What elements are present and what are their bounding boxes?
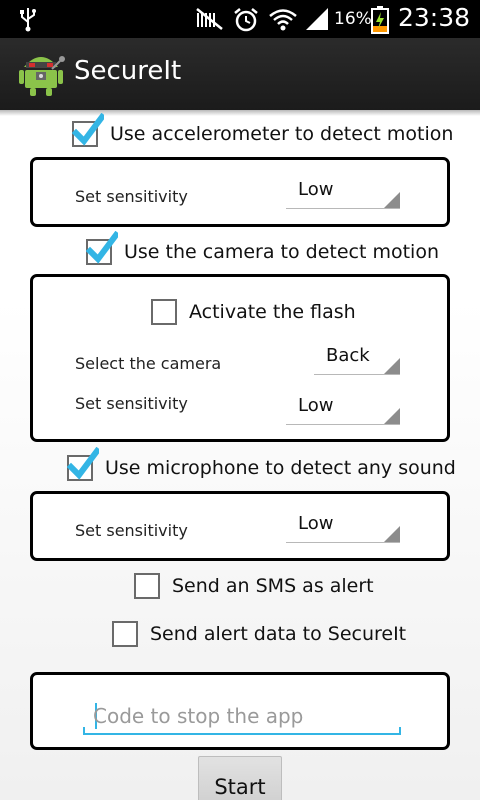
camera-sensitivity-label: Set sensitivity — [75, 394, 188, 413]
accelerometer-sensitivity-label: Set sensitivity — [75, 187, 188, 206]
select-camera-value: Back — [326, 345, 370, 366]
sms-checkbox-label: Send an SMS as alert — [172, 575, 374, 597]
accelerometer-checkbox-label: Use accelerometer to detect motion — [110, 123, 454, 145]
camera-sensitivity-spinner[interactable]: Low — [286, 393, 400, 425]
stop-code-box — [30, 672, 450, 750]
stop-code-input[interactable] — [93, 701, 393, 731]
app-title: SecureIt — [74, 56, 182, 86]
camera-settings-box: Activate the flash Select the camera Bac… — [30, 274, 450, 442]
flash-checkbox-row[interactable]: Activate the flash — [151, 295, 356, 329]
mute-icon — [196, 7, 224, 35]
flash-checkbox[interactable] — [151, 299, 177, 325]
secureit-alert-checkbox[interactable] — [112, 621, 138, 647]
spinner-arrow-icon — [384, 408, 400, 424]
sms-checkbox-row[interactable]: Send an SMS as alert — [134, 569, 374, 603]
camera-checkbox[interactable] — [86, 231, 118, 265]
spinner-arrow-icon — [384, 192, 400, 208]
camera-checkbox-row[interactable]: Use the camera to detect motion — [86, 231, 440, 269]
accelerometer-checkbox-row[interactable]: Use accelerometer to detect motion — [72, 113, 454, 151]
secureit-alert-checkbox-row[interactable]: Send alert data to SecureIt — [112, 617, 406, 651]
accelerometer-sensitivity-value: Low — [298, 179, 334, 200]
alarm-icon — [232, 7, 260, 37]
sms-checkbox[interactable] — [134, 573, 160, 599]
battery-charging-icon — [371, 6, 389, 38]
microphone-sensitivity-spinner[interactable]: Low — [286, 511, 400, 543]
accelerometer-settings-box: Set sensitivity Low — [30, 157, 450, 227]
action-bar: SecureIt — [0, 38, 480, 110]
usb-icon — [18, 6, 38, 36]
spinner-arrow-icon — [384, 358, 400, 374]
camera-checkbox-label: Use the camera to detect motion — [124, 241, 440, 263]
secureit-alert-checkbox-label: Send alert data to SecureIt — [150, 623, 407, 645]
checkmark-icon — [72, 113, 104, 146]
clock: 23:38 — [398, 3, 471, 32]
select-camera-spinner[interactable]: Back — [314, 343, 400, 375]
accelerometer-checkbox[interactable] — [72, 113, 104, 147]
select-camera-label: Select the camera — [75, 354, 222, 373]
camera-sensitivity-value: Low — [298, 395, 334, 416]
microphone-checkbox[interactable] — [67, 447, 99, 481]
battery-percent: 16% — [334, 9, 372, 29]
flash-checkbox-label: Activate the flash — [189, 301, 356, 323]
checkmark-icon — [86, 231, 118, 264]
microphone-sensitivity-value: Low — [298, 513, 334, 534]
wifi-icon — [268, 7, 298, 37]
spinner-arrow-icon — [384, 526, 400, 542]
microphone-settings-box: Set sensitivity Low — [30, 491, 450, 561]
microphone-checkbox-row[interactable]: Use microphone to detect any sound — [67, 447, 456, 485]
start-button[interactable]: Start — [198, 756, 282, 800]
microphone-checkbox-label: Use microphone to detect any sound — [105, 457, 456, 479]
checkmark-icon — [67, 447, 99, 480]
status-bar: 16% 23:38 — [0, 0, 480, 38]
app-logo-icon — [16, 51, 66, 101]
signal-icon — [304, 7, 330, 35]
microphone-sensitivity-label: Set sensitivity — [75, 521, 188, 540]
stop-code-field[interactable] — [83, 699, 401, 735]
accelerometer-sensitivity-spinner[interactable]: Low — [286, 177, 400, 209]
